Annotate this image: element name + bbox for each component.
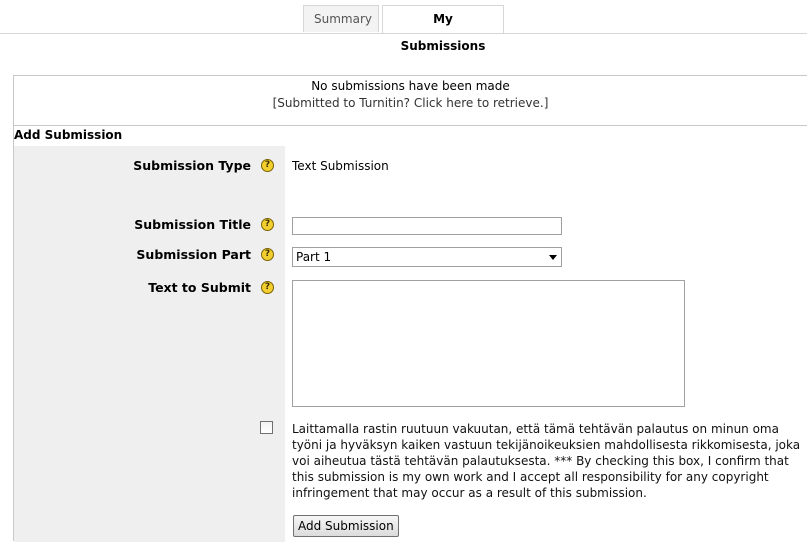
submission-part-selected: Part 1 <box>296 250 332 264</box>
submission-part-label: Submission Part <box>136 247 251 262</box>
agreement-text: Laittamalla rastin ruutuun vakuutan, ett… <box>292 422 801 500</box>
help-icon[interactable]: ? <box>261 281 274 294</box>
submission-title-input[interactable] <box>292 217 562 235</box>
add-submission-button[interactable]: Add Submission <box>293 515 399 537</box>
tab-summary[interactable]: Summary <box>303 5 379 32</box>
tab-bar: Summary My Submissions <box>0 0 807 53</box>
submission-type-label: Submission Type <box>133 158 251 173</box>
text-to-submit-textarea[interactable] <box>292 280 685 407</box>
submission-part-select[interactable]: Part 1 <box>292 247 562 267</box>
retrieve-line: [Submitted to Turnitin? Click here to re… <box>14 96 807 110</box>
tab-my-submissions[interactable]: My Submissions <box>382 5 504 53</box>
retrieve-link[interactable]: [Submitted to Turnitin? Click here to re… <box>273 96 549 110</box>
help-icon[interactable]: ? <box>261 248 274 261</box>
help-icon[interactable]: ? <box>261 159 274 172</box>
submission-status: No submissions have been made [Submitted… <box>14 76 807 126</box>
submission-title-label: Submission Title <box>134 217 251 232</box>
add-submission-heading: Add Submission <box>14 128 123 142</box>
help-icon[interactable]: ? <box>261 218 274 231</box>
no-submissions-message: No submissions have been made <box>311 79 510 93</box>
agreement-checkbox[interactable] <box>260 421 273 434</box>
chevron-down-icon <box>549 255 557 260</box>
text-to-submit-label: Text to Submit <box>148 280 251 295</box>
submission-panel: No submissions have been made [Submitted… <box>13 75 807 542</box>
submission-type-value: Text Submission <box>292 159 389 173</box>
label-column: Submission Type ? Submission Title ? Sub… <box>14 146 285 542</box>
